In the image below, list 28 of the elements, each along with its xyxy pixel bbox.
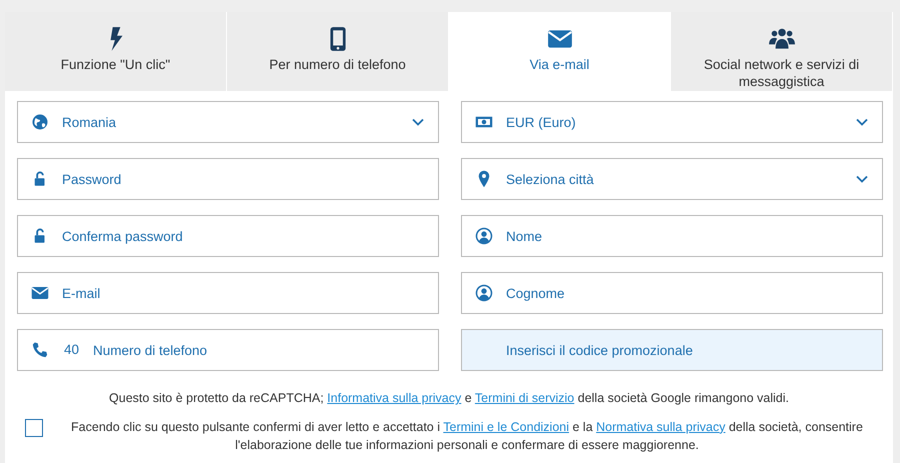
dropdown-field[interactable]: Seleziona città: [461, 158, 883, 200]
method-tab[interactable]: Social network e servizi di messaggistica: [671, 12, 893, 91]
user-circle-icon: [475, 284, 493, 302]
consent-checkbox[interactable]: [25, 418, 43, 437]
dropdown-field[interactable]: Romania: [17, 101, 439, 143]
recaptcha-notice: Questo sito è protetto da reCAPTCHA; Informativa sulla privacy e Termini di servizio della società Google rimangono validi.: [108, 390, 790, 407]
policy-link[interactable]: Termini di servizio: [474, 391, 574, 405]
method-tab[interactable]: Funzione "Un clic": [5, 12, 227, 91]
envelope-icon: [31, 284, 49, 302]
dropdown-field[interactable]: EUR (Euro): [461, 101, 883, 143]
method-tab[interactable]: Per numero di telefono: [227, 12, 449, 91]
consent-text: Facendo clic su questo pulsante confermi di aver letto e accettato i Termini e le Condizioni e la Normativa sulla privacy della società, consentire l'elaborazione delle tue informazioni personali e confermare di essere maggiorenne.: [70, 418, 864, 454]
globe-icon: [31, 113, 49, 131]
chevron-down-icon: [856, 175, 868, 183]
promo-code-field[interactable]: Inserisci il codice promozionale: [461, 329, 883, 371]
user-circle-icon: [475, 227, 493, 245]
phone-icon: [31, 341, 49, 359]
chevron-down-icon: [412, 118, 424, 126]
input-field[interactable]: Password: [17, 158, 439, 200]
chevron-down-icon: [856, 118, 868, 126]
input-field[interactable]: Cognome: [461, 272, 883, 314]
policy-link[interactable]: Informativa sulla privacy: [327, 391, 462, 405]
input-field[interactable]: Nome: [461, 215, 883, 257]
input-field[interactable]: Conferma password: [17, 215, 439, 257]
policy-link[interactable]: Normativa sulla privacy: [596, 420, 726, 434]
country-code: 40: [64, 341, 80, 359]
policy-link[interactable]: Termini e le Condizioni: [443, 420, 570, 434]
input-field[interactable]: E-mail: [17, 272, 439, 314]
